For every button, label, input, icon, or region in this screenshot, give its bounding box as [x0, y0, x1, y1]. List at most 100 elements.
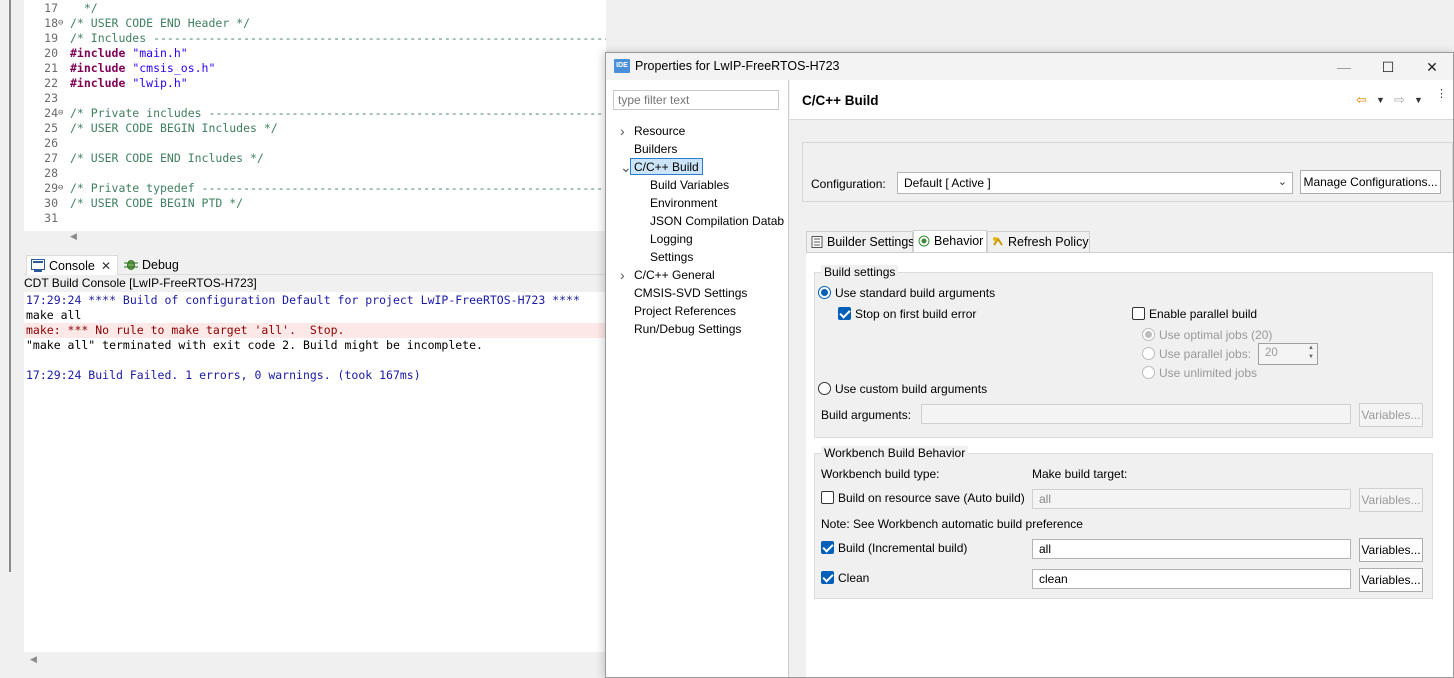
- build-arguments-field[interactable]: [921, 404, 1351, 424]
- variables-button[interactable]: Variables...: [1359, 568, 1423, 592]
- code-line[interactable]: 27 /* USER CODE END Includes */: [24, 151, 606, 166]
- line-number: 17: [44, 1, 58, 15]
- console-output[interactable]: 17:29:24 **** Build of configuration Def…: [24, 292, 606, 652]
- minimize-button[interactable]: —: [1324, 55, 1364, 79]
- tree-item-cmsis-svd-settings[interactable]: CMSIS-SVD Settings: [634, 285, 747, 302]
- code-line[interactable]: 30 /* USER CODE BEGIN PTD */: [24, 196, 606, 211]
- code-text: #include "main.h": [70, 46, 188, 61]
- property-page: C/C++ Build ⇦ ▼ ⇨ ▼ ⋮ Configuration: Def…: [790, 80, 1453, 677]
- line-number: 25: [44, 121, 58, 135]
- tab-behavior[interactable]: Behavior: [913, 230, 987, 253]
- tree-item-builders[interactable]: Builders: [634, 141, 677, 158]
- tab-builder-settings[interactable]: Builder Settings: [806, 231, 915, 253]
- tree-item-c-c-general[interactable]: C/C++ General: [634, 267, 715, 284]
- auto-build-checkbox[interactable]: [821, 491, 834, 504]
- forward-arrow-icon[interactable]: ⇨: [1394, 92, 1405, 108]
- incremental-build-target-field[interactable]: all: [1032, 539, 1351, 559]
- back-arrow-icon[interactable]: ⇦: [1356, 92, 1367, 108]
- tab-console[interactable]: Console ✕: [26, 255, 118, 275]
- variables-button[interactable]: Variables...: [1359, 403, 1423, 427]
- property-tree-pane: ›ResourceBuilders⌄C/C++ BuildBuild Varia…: [606, 80, 789, 677]
- code-line[interactable]: 22 #include "lwip.h": [24, 76, 606, 91]
- configuration-select[interactable]: Default [ Active ] ⌄: [897, 172, 1293, 194]
- console-line: make: *** No rule to make target 'all'. …: [26, 323, 345, 337]
- close-button[interactable]: ✕: [1412, 55, 1452, 79]
- line-number: 18: [44, 16, 58, 30]
- variables-button[interactable]: Variables...: [1359, 488, 1423, 512]
- scroll-left-icon[interactable]: ◀: [30, 654, 37, 665]
- build-type-label: Workbench build type:: [821, 467, 940, 481]
- stop-on-first-error-checkbox[interactable]: [838, 307, 851, 320]
- code-line[interactable]: 31: [24, 211, 606, 226]
- code-token: #include: [70, 61, 126, 75]
- fold-toggle-icon[interactable]: ⊖: [58, 16, 68, 31]
- code-line[interactable]: 29 ⊖/* Private typedef ------------------…: [24, 181, 606, 196]
- scroll-left-icon[interactable]: ◀: [70, 231, 77, 242]
- chevron-down-icon[interactable]: ▼: [1414, 95, 1423, 105]
- use-custom-radio[interactable]: [818, 382, 831, 395]
- filter-input[interactable]: [613, 90, 779, 110]
- more-options-icon[interactable]: ⋮: [1436, 89, 1447, 100]
- code-line[interactable]: 18 ⊖/* USER CODE END Header */: [24, 16, 606, 31]
- tree-item-json-compilation-datab[interactable]: JSON Compilation Datab: [650, 213, 784, 230]
- code-text: /* USER CODE END Header */: [70, 16, 250, 31]
- use-standard-radio[interactable]: [818, 286, 831, 299]
- code-text: /* USER CODE BEGIN Includes */: [70, 121, 278, 136]
- stepper-up-icon[interactable]: ▲: [1308, 345, 1314, 351]
- tree-item-run-debug-settings[interactable]: Run/Debug Settings: [634, 321, 741, 338]
- use-optimal-jobs-radio[interactable]: [1142, 328, 1155, 341]
- tree-item-resource[interactable]: Resource: [634, 123, 685, 140]
- code-token: /* USER CODE END Includes */: [70, 151, 264, 165]
- chevron-down-icon[interactable]: ▼: [1376, 95, 1385, 105]
- parallel-jobs-stepper[interactable]: 20 ▲ ▼: [1258, 343, 1318, 365]
- chevron-right-icon[interactable]: ›: [620, 123, 630, 140]
- tree-item-build-variables[interactable]: Build Variables: [650, 177, 729, 194]
- code-line[interactable]: 19 /* Includes --------------------------…: [24, 31, 606, 46]
- chevron-down-icon[interactable]: ⌄: [620, 159, 632, 176]
- code-line[interactable]: 21 #include "cmsis_os.h": [24, 61, 606, 76]
- code-token: #include: [70, 76, 126, 90]
- fold-toggle-icon[interactable]: ⊖: [58, 106, 68, 121]
- code-token: "lwip.h": [125, 76, 188, 90]
- code-token: /* Private typedef ---------------------…: [70, 181, 606, 195]
- radio-icon: [918, 235, 930, 247]
- code-text: /* USER CODE END Includes */: [70, 151, 264, 166]
- enable-parallel-checkbox[interactable]: [1132, 307, 1145, 320]
- tab-debug[interactable]: Debug: [120, 255, 190, 275]
- tree-item-environment[interactable]: Environment: [650, 195, 717, 212]
- code-line[interactable]: 28: [24, 166, 606, 181]
- clean-target-field[interactable]: clean: [1032, 569, 1351, 589]
- line-number: 29: [44, 181, 58, 195]
- code-line[interactable]: 23: [24, 91, 606, 106]
- configuration-group: Configuration: Default [ Active ] ⌄ Mana…: [802, 142, 1453, 202]
- use-parallel-jobs-radio[interactable]: [1142, 347, 1155, 360]
- code-line[interactable]: 25 /* USER CODE BEGIN Includes */: [24, 121, 606, 136]
- code-line[interactable]: 26: [24, 136, 606, 151]
- tree-item-settings[interactable]: Settings: [650, 249, 693, 266]
- code-line[interactable]: 24 ⊖/* Private includes -----------------…: [24, 106, 606, 121]
- chevron-right-icon[interactable]: ›: [620, 267, 630, 284]
- dialog-titlebar[interactable]: IDE Properties for LwIP-FreeRTOS-H723 — …: [606, 53, 1453, 80]
- workbench-title: Workbench Build Behavior: [821, 446, 969, 460]
- use-unlimited-jobs-radio[interactable]: [1142, 366, 1155, 379]
- console-horizontal-scrollbar[interactable]: ◀: [24, 652, 606, 668]
- incremental-build-checkbox[interactable]: [821, 541, 834, 554]
- editor-horizontal-scrollbar[interactable]: ◀: [24, 231, 606, 243]
- tree-item-logging[interactable]: Logging: [650, 231, 693, 248]
- refresh-icon: [993, 237, 1003, 246]
- variables-button[interactable]: Variables...: [1359, 538, 1423, 562]
- manage-configurations-button[interactable]: Manage Configurations...: [1300, 170, 1441, 194]
- console-line: 17:29:24 Build Failed. 1 errors, 0 warni…: [26, 368, 421, 382]
- fold-toggle-icon[interactable]: ⊖: [58, 181, 68, 196]
- code-editor[interactable]: 17 */18 ⊖/* USER CODE END Header */19/* I…: [24, 0, 606, 231]
- close-icon[interactable]: ✕: [101, 256, 111, 276]
- tree-item-c-c-build[interactable]: C/C++ Build: [630, 158, 703, 175]
- stepper-down-icon[interactable]: ▼: [1308, 354, 1314, 360]
- clean-checkbox[interactable]: [821, 571, 834, 584]
- auto-build-target-field[interactable]: all: [1032, 489, 1351, 509]
- tab-refresh-policy[interactable]: Refresh Policy: [987, 231, 1090, 253]
- code-line[interactable]: 17 */: [24, 1, 606, 16]
- tree-item-project-references[interactable]: Project References: [634, 303, 736, 320]
- code-line[interactable]: 20 #include "main.h": [24, 46, 606, 61]
- maximize-button[interactable]: ☐: [1368, 55, 1408, 79]
